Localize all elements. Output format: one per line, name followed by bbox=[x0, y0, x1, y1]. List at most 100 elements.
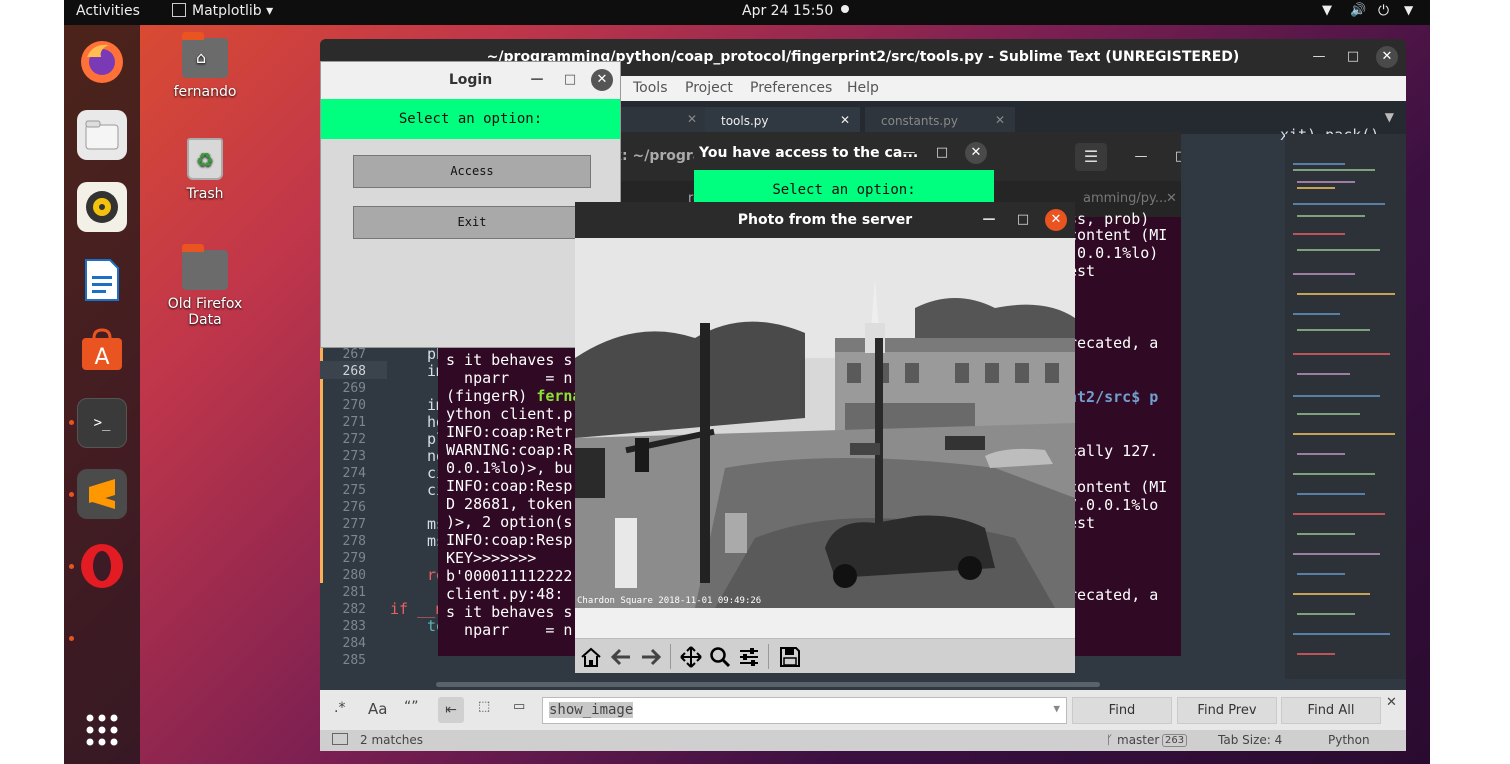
network-icon[interactable]: ▼ bbox=[1322, 3, 1332, 18]
terminal-line: )>, 2 option(s bbox=[446, 513, 573, 531]
system-menu-caret-icon[interactable]: ▼ bbox=[1404, 3, 1413, 17]
wrap-toggle-icon[interactable]: ⇤ bbox=[438, 697, 464, 723]
home-icon[interactable] bbox=[577, 643, 604, 670]
terminal-tab[interactable]: amming/py... bbox=[1083, 191, 1167, 206]
clock[interactable]: Apr 24 15:50 bbox=[742, 3, 833, 19]
line-number: 273 bbox=[342, 449, 366, 464]
writer-icon[interactable] bbox=[77, 255, 127, 305]
minimize-icon[interactable]: — bbox=[526, 69, 548, 91]
desktop-icon-old-firefox-data[interactable]: Old Firefox Data bbox=[150, 244, 260, 328]
forward-icon[interactable] bbox=[637, 643, 664, 670]
terminal-line: INFO:coap:Retr bbox=[446, 423, 573, 441]
firefox-icon[interactable] bbox=[77, 37, 127, 87]
activities-button[interactable]: Activities bbox=[76, 3, 140, 19]
scrollbar-thumb[interactable] bbox=[436, 682, 1100, 687]
desktop-icon-label: fernando bbox=[173, 84, 237, 100]
toolbar-separator bbox=[768, 644, 769, 669]
case-toggle[interactable]: Aa bbox=[368, 700, 387, 718]
desktop-icon-label: Trash bbox=[186, 186, 224, 202]
terminal-prompt-icon: >_ bbox=[93, 415, 111, 431]
menu-tools[interactable]: Tools bbox=[633, 80, 668, 96]
find-button[interactable]: Find bbox=[1072, 697, 1172, 724]
zoom-icon[interactable] bbox=[706, 643, 733, 670]
line-number: 278 bbox=[342, 534, 366, 549]
line-number: 272 bbox=[342, 432, 366, 447]
in-selection-icon[interactable]: ⬚ bbox=[478, 699, 490, 714]
tab-close-icon[interactable]: ✕ bbox=[840, 113, 850, 127]
show-applications-icon[interactable] bbox=[77, 705, 127, 755]
maximize-icon[interactable]: □ bbox=[1012, 209, 1034, 231]
close-find-icon[interactable]: ✕ bbox=[1386, 695, 1397, 710]
opera-icon[interactable] bbox=[77, 541, 127, 591]
terminal-line: .0.0.1%lo) bbox=[1068, 244, 1159, 262]
files-icon[interactable] bbox=[77, 110, 127, 160]
find-prev-button[interactable]: Find Prev bbox=[1177, 697, 1277, 724]
minimize-icon[interactable]: — bbox=[1130, 146, 1152, 168]
terminal-icon[interactable]: >_ bbox=[77, 398, 127, 448]
close-icon[interactable]: ✕ bbox=[1376, 46, 1398, 68]
line-number: 279 bbox=[342, 551, 366, 566]
regex-toggle[interactable]: .* bbox=[334, 700, 345, 716]
menu-project[interactable]: Project bbox=[685, 80, 733, 96]
save-icon[interactable] bbox=[776, 643, 803, 670]
menu-preferences[interactable]: Preferences bbox=[750, 80, 832, 96]
terminal-venv: (fingerR) bbox=[446, 387, 537, 405]
highlight-matches-icon[interactable]: ▭ bbox=[513, 699, 525, 714]
minimap[interactable] bbox=[1285, 134, 1406, 679]
maximize-icon[interactable]: □ bbox=[559, 69, 581, 91]
find-input-value: show_image bbox=[549, 702, 634, 718]
exit-button[interactable]: Exit bbox=[353, 206, 591, 239]
maximize-icon[interactable]: □ bbox=[1342, 46, 1364, 68]
git-branch[interactable]: master bbox=[1117, 733, 1159, 747]
maximize-icon[interactable]: □ bbox=[1170, 146, 1181, 168]
find-history-icon[interactable]: ▼ bbox=[1053, 702, 1060, 715]
pan-icon[interactable] bbox=[677, 643, 704, 670]
access-dialog-title: You have access to the ca... bbox=[699, 145, 919, 161]
tab-close-icon[interactable]: ✕ bbox=[995, 113, 1005, 127]
access-dialog-prompt: Select an option: bbox=[694, 170, 994, 206]
minimize-icon[interactable]: — bbox=[978, 209, 1000, 231]
tab-close-icon[interactable]: ✕ bbox=[687, 112, 697, 126]
app-menu[interactable]: Matplotlib ▾ bbox=[172, 3, 273, 19]
whole-word-toggle[interactable]: “” bbox=[404, 699, 419, 715]
close-icon[interactable]: ✕ bbox=[1045, 209, 1067, 231]
terminal-line: WARNING:coap:R bbox=[446, 441, 573, 459]
line-number: 285 bbox=[342, 653, 366, 668]
maximize-icon[interactable]: □ bbox=[931, 142, 953, 164]
access-button[interactable]: Access bbox=[353, 155, 591, 188]
desktop: Activities Matplotlib ▾ Apr 24 15:50 ▼ 🔊… bbox=[64, 0, 1430, 764]
rhythmbox-icon[interactable] bbox=[77, 182, 127, 232]
desktop-icon-home[interactable]: ⌂ fernando bbox=[150, 32, 260, 100]
tab-tools-py[interactable]: tools.py ✕ bbox=[705, 107, 860, 134]
close-icon[interactable]: ✕ bbox=[965, 142, 987, 164]
git-gutter-marker bbox=[320, 348, 323, 583]
syntax-selector[interactable]: Python bbox=[1328, 733, 1370, 747]
line-number: 270 bbox=[342, 398, 366, 413]
panel-toggle-icon[interactable] bbox=[332, 733, 348, 745]
minimize-icon[interactable]: — bbox=[898, 142, 920, 164]
desktop-icon-trash[interactable]: ♻ Trash bbox=[150, 138, 260, 202]
volume-icon[interactable]: 🔊 bbox=[1350, 3, 1366, 18]
menu-help[interactable]: Help bbox=[847, 80, 879, 96]
find-input[interactable]: show_image ▼ bbox=[542, 697, 1067, 724]
close-icon[interactable]: ✕ bbox=[591, 69, 613, 91]
find-all-button[interactable]: Find All bbox=[1281, 697, 1381, 724]
configure-subplots-icon[interactable] bbox=[735, 643, 762, 670]
back-icon[interactable] bbox=[607, 643, 634, 670]
horizontal-scrollbar[interactable] bbox=[320, 679, 1406, 690]
tab-overflow-icon[interactable]: ▼ bbox=[1385, 110, 1394, 124]
hamburger-menu-icon[interactable]: ☰ bbox=[1075, 143, 1107, 171]
sublime-text-icon[interactable] bbox=[77, 469, 127, 519]
line-number: 268 bbox=[342, 364, 366, 379]
terminal-line: content (MI bbox=[1068, 226, 1168, 244]
login-prompt: Select an option: bbox=[321, 99, 620, 139]
tab-constants-py[interactable]: constants.py ✕ bbox=[865, 107, 1015, 134]
tab-size[interactable]: Tab Size: 4 bbox=[1218, 733, 1282, 747]
power-icon[interactable]: ⏻ bbox=[1378, 3, 1389, 19]
toolbar-separator bbox=[670, 644, 671, 669]
tab-close-icon[interactable]: ✕ bbox=[1166, 191, 1177, 206]
tab-hidden[interactable]: ✕ bbox=[620, 107, 705, 134]
minimize-icon[interactable]: — bbox=[1308, 46, 1330, 68]
terminal-line: KEY>>>>>>> bbox=[446, 549, 537, 567]
software-icon[interactable]: A bbox=[77, 325, 127, 375]
